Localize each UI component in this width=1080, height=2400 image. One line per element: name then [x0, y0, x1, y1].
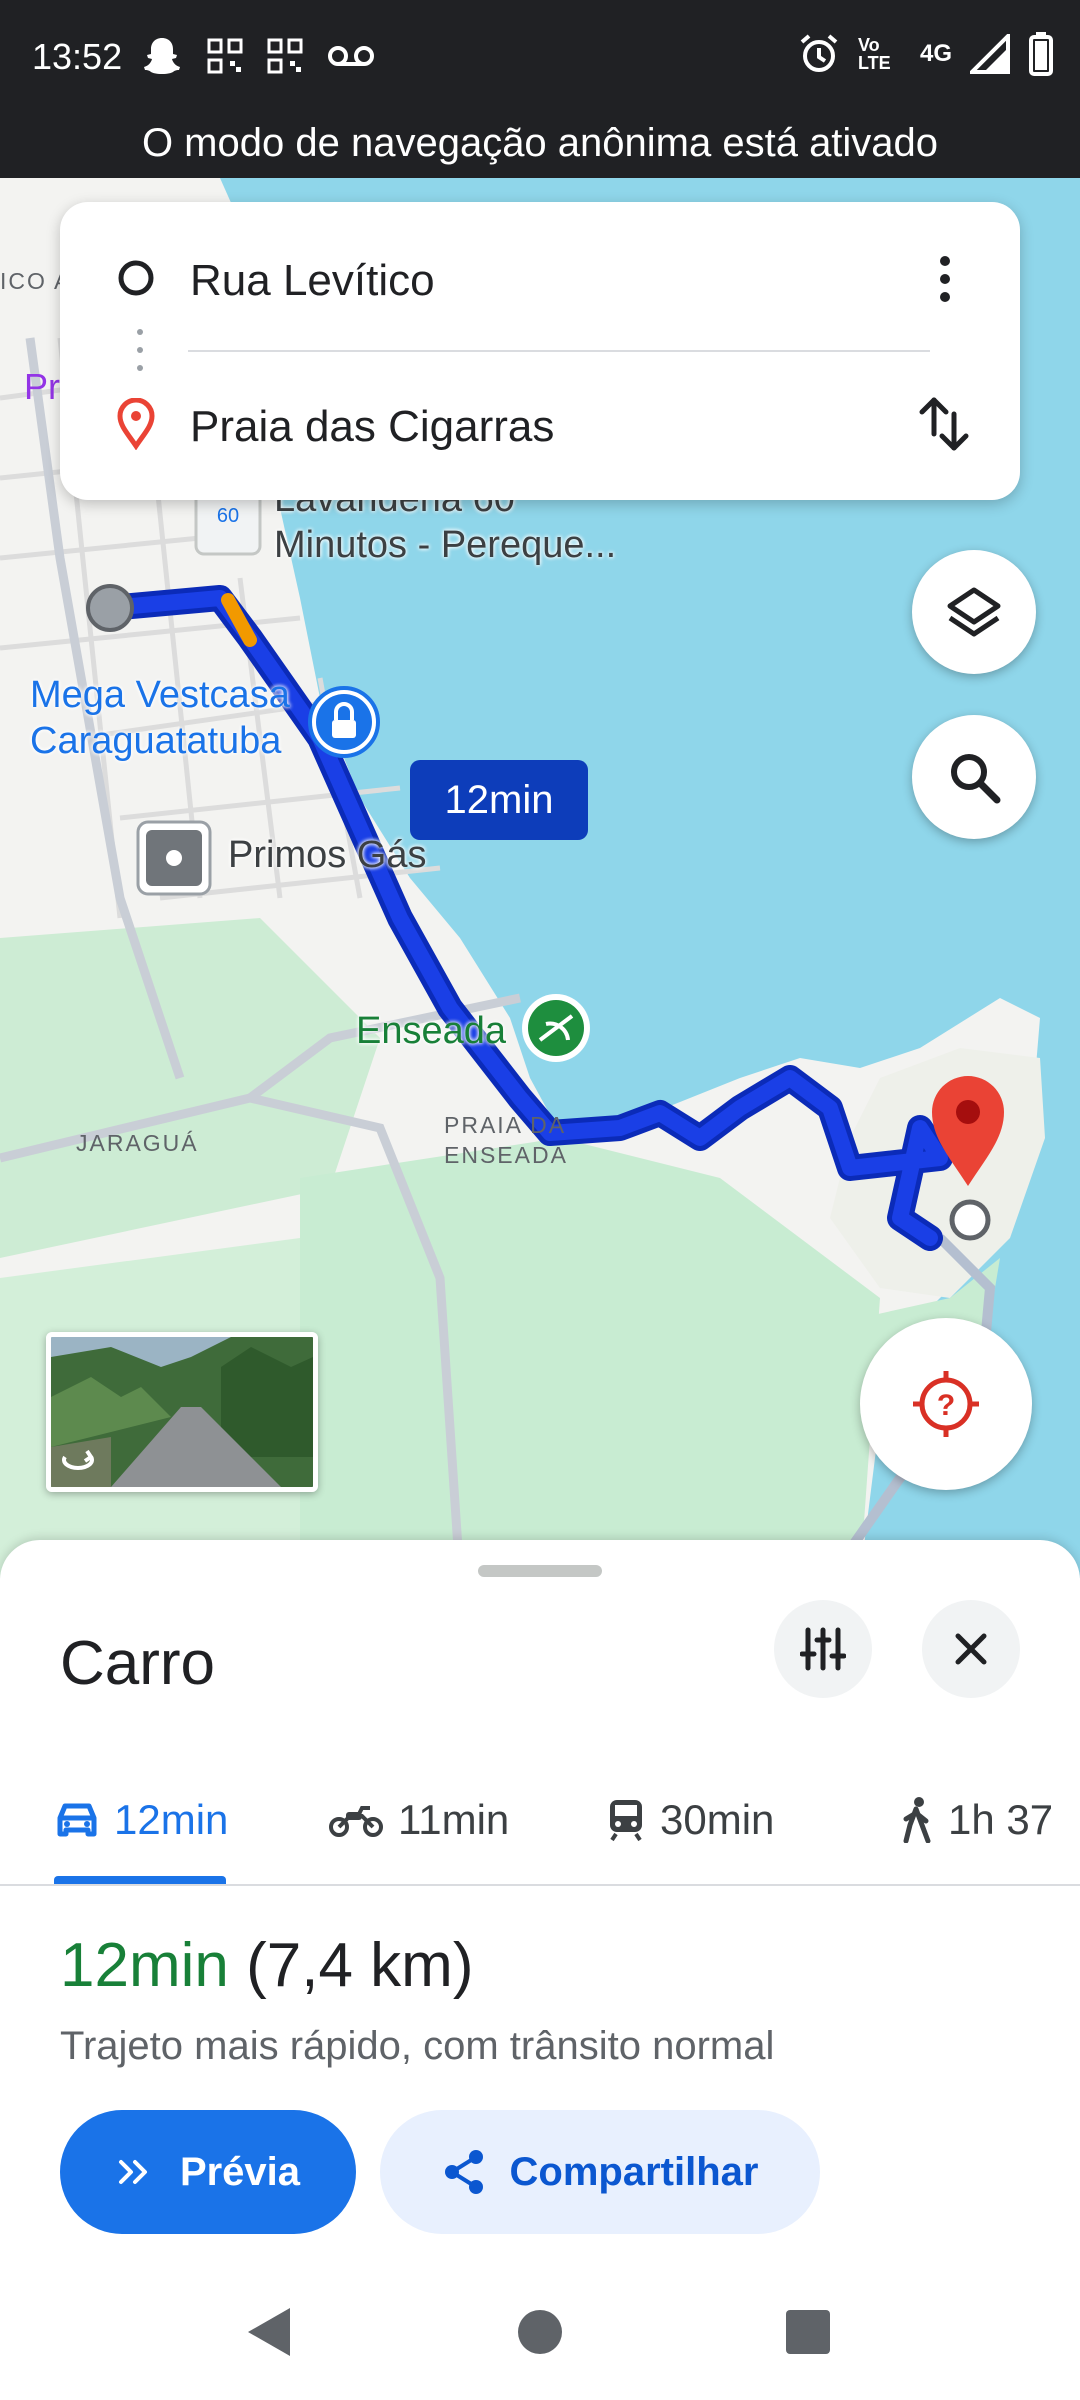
- layers-button[interactable]: [912, 550, 1036, 674]
- tabs-divider: [0, 1884, 1080, 1886]
- destination-field[interactable]: Praia das Cigarras: [190, 402, 554, 452]
- route-options-button[interactable]: [774, 1600, 872, 1698]
- back-icon[interactable]: [244, 2304, 294, 2360]
- map-label-jaragua: JARAGUÁ: [76, 1130, 199, 1156]
- status-bar: 13:52 Vo LTE 4G: [0, 0, 1080, 118]
- active-tab-indicator: [54, 1876, 226, 1884]
- network-type: 4G: [919, 40, 952, 67]
- alarm-icon: [800, 34, 838, 72]
- route-dots-icon: [137, 329, 143, 371]
- my-location-button[interactable]: ?: [860, 1318, 1032, 1490]
- destination-dot: [949, 1199, 991, 1241]
- voicemail-icon: [328, 46, 374, 66]
- preview-button[interactable]: Prévia: [60, 2110, 356, 2234]
- train-icon: [610, 1800, 642, 1842]
- tab-transit-label: 30min: [660, 1796, 775, 1843]
- snapchat-icon: [144, 38, 180, 74]
- recents-icon[interactable]: [784, 2308, 832, 2356]
- route-eta-bubble[interactable]: 12min: [410, 760, 588, 840]
- tab-walk[interactable]: 1h 37: [900, 1760, 1053, 1880]
- directions-card: Rua Levítico Praia das Cigarras: [60, 202, 1020, 500]
- sheet-title: Carro: [60, 1629, 216, 1698]
- map-label-edge-purple: Pr: [24, 366, 60, 407]
- share-button-label: Compartilhar: [509, 2149, 759, 2194]
- qr-code-icon: [207, 38, 243, 74]
- more-options-icon[interactable]: [930, 254, 960, 304]
- double-chevron-icon: [118, 2160, 147, 2184]
- car-icon: [57, 1803, 97, 1837]
- motorcycle-icon: [329, 1806, 383, 1837]
- tab-walk-label: 1h 37: [948, 1796, 1054, 1843]
- status-time: 13:52: [32, 36, 123, 77]
- swap-icon[interactable]: [916, 394, 972, 454]
- svg-text:?: ?: [937, 1389, 955, 1422]
- system-nav-bar: [0, 2268, 1080, 2400]
- share-button[interactable]: Compartilhar: [380, 2110, 820, 2234]
- home-icon[interactable]: [516, 2308, 564, 2356]
- share-icon: [444, 2150, 483, 2194]
- walk-icon: [903, 1797, 931, 1843]
- shopping-icon[interactable]: [308, 686, 380, 758]
- preview-button-label: Prévia: [179, 2149, 301, 2194]
- location-unknown-icon: ?: [913, 1371, 979, 1437]
- search-along-route-button[interactable]: [912, 715, 1036, 839]
- signal-icon: [970, 34, 1010, 74]
- tab-motorcycle[interactable]: 11min: [328, 1760, 509, 1880]
- close-icon: [955, 1633, 987, 1665]
- search-icon: [951, 754, 1001, 804]
- street-view-image: [51, 1337, 313, 1487]
- layers-icon: [947, 587, 1001, 637]
- destination-pin-icon: [117, 398, 155, 450]
- map-label-enseada[interactable]: Enseada: [356, 1010, 506, 1053]
- map-label-praia-enseada: PRAIA DA ENSEADA: [444, 1112, 568, 1168]
- tab-car-label: 12min: [114, 1796, 229, 1843]
- gas-store-icon[interactable]: [136, 820, 212, 896]
- tab-transit[interactable]: 30min: [606, 1760, 774, 1880]
- battery-icon: [1029, 32, 1053, 76]
- beach-icon[interactable]: [522, 994, 590, 1062]
- tab-car[interactable]: 12min: [54, 1760, 228, 1880]
- origin-field[interactable]: Rua Levítico: [190, 256, 435, 306]
- destination-row[interactable]: Praia das Cigarras: [60, 374, 1020, 474]
- volte-icon: Vo LTE: [857, 35, 891, 73]
- search-divider: [188, 350, 930, 352]
- origin-marker[interactable]: [86, 584, 134, 632]
- forest-area: [300, 1138, 880, 1578]
- route-description: Trajeto mais rápido, com trânsito normal: [60, 2024, 775, 2068]
- street-view-thumbnail[interactable]: [46, 1332, 318, 1492]
- map-label-primos-gas[interactable]: Primos Gás: [228, 832, 426, 878]
- origin-circle-icon: [118, 260, 154, 296]
- eta-distance: (7,4 km): [246, 1931, 474, 2000]
- sheet-drag-handle[interactable]: [478, 1565, 602, 1577]
- map-label-mega-vestcasa[interactable]: Mega Vestcasa Caraguatatuba: [30, 672, 290, 764]
- eta-duration: 12min: [60, 1931, 229, 2000]
- svg-text:60: 60: [217, 505, 239, 527]
- qr-code-icon: [267, 38, 303, 74]
- tune-icon: [800, 1627, 846, 1671]
- travel-mode-tabs: 12min 11min 30min 1h 37: [0, 1760, 1080, 1880]
- route-summary: 12min (7,4 km): [60, 1930, 473, 2001]
- incognito-banner: O modo de navegação anônima está ativado: [0, 118, 1080, 178]
- origin-row[interactable]: Rua Levítico: [60, 228, 1020, 328]
- tab-motorcycle-label: 11min: [398, 1796, 510, 1843]
- close-button[interactable]: [922, 1600, 1020, 1698]
